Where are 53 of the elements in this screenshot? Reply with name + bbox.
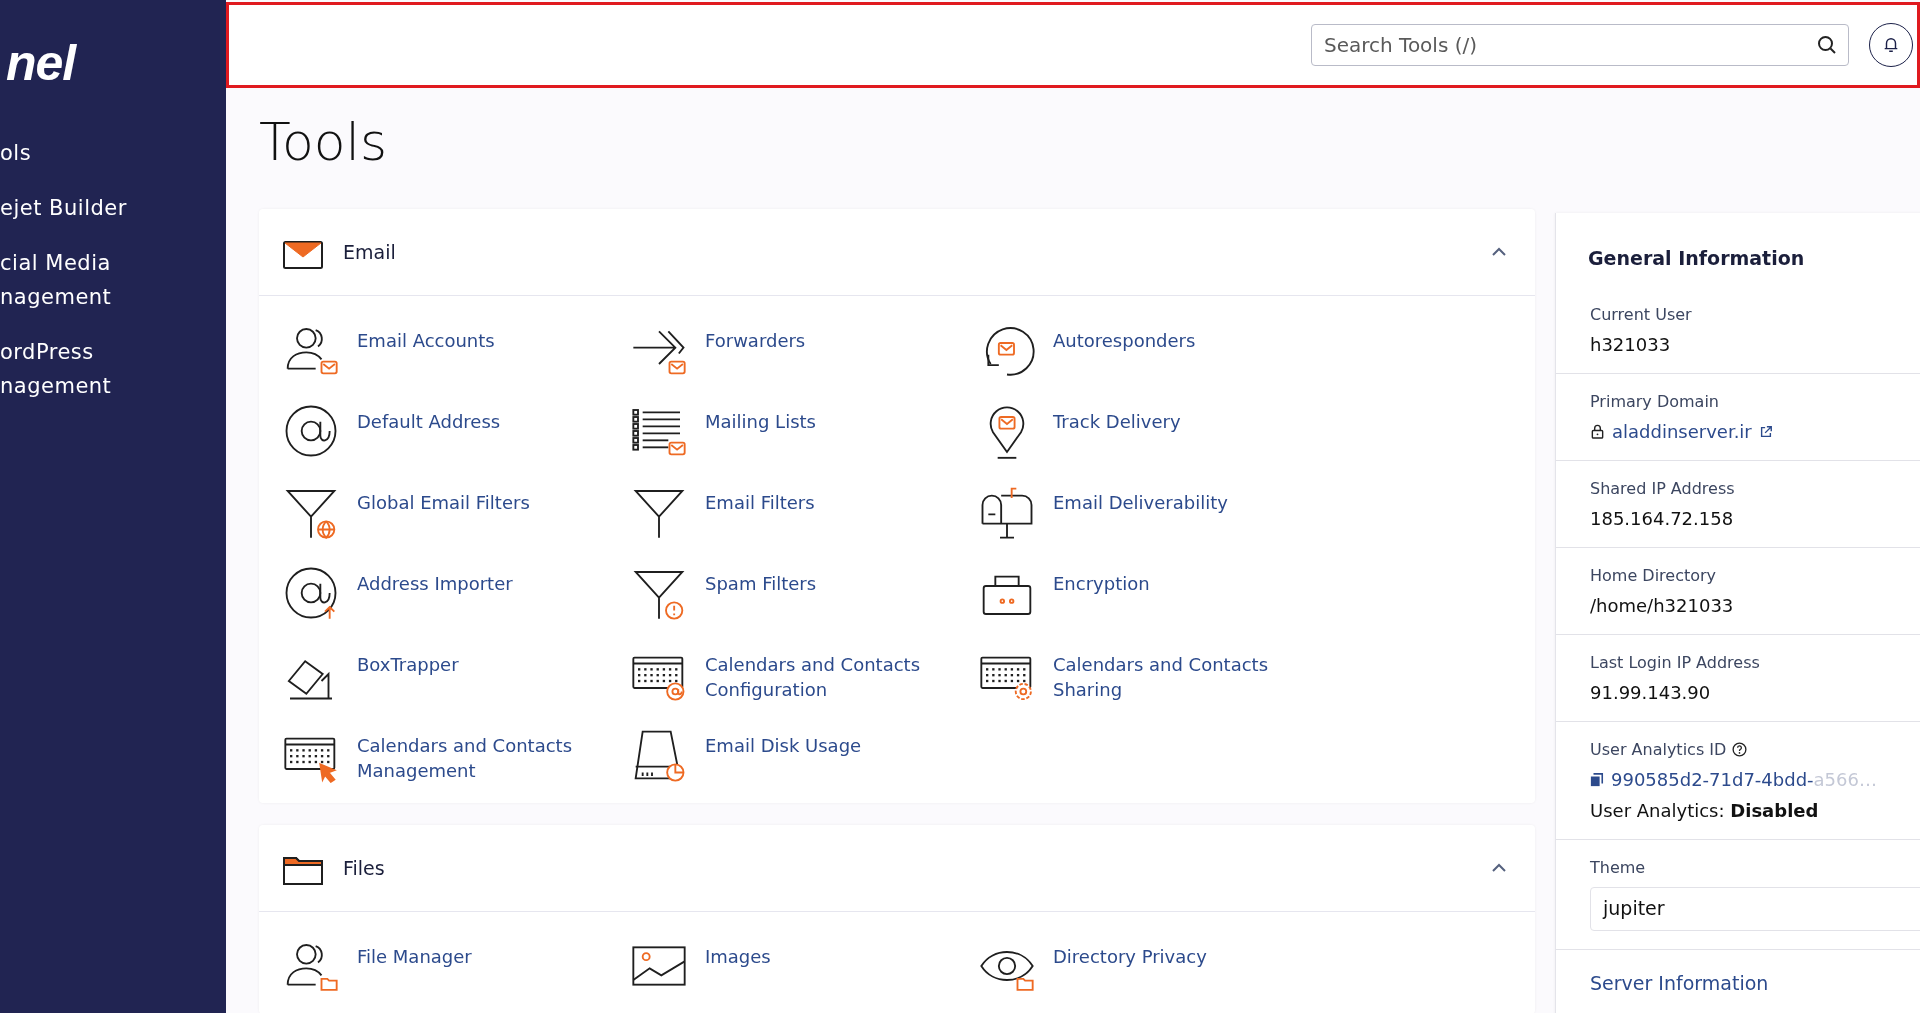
- analytics-status: User Analytics: Disabled: [1590, 800, 1819, 821]
- page-title: Tools: [259, 114, 388, 172]
- lock-icon: [1590, 424, 1605, 439]
- field-label: Shared IP Address: [1590, 479, 1735, 498]
- tool-link[interactable]: Calendars and Contacts Sharing: [1053, 645, 1303, 702]
- field-value: /home/h321033: [1590, 595, 1734, 616]
- field-label: User Analytics ID: [1590, 740, 1727, 759]
- tool-link[interactable]: Autoresponders: [1053, 321, 1303, 378]
- field-label: Home Directory: [1590, 566, 1717, 585]
- panel-title: General Information: [1587, 246, 1805, 271]
- tool-link[interactable]: Email Disk Usage: [705, 726, 955, 783]
- tool-link[interactable]: Calendars and Contacts Configuration: [705, 645, 955, 702]
- server-information-link[interactable]: Server Information: [1556, 950, 1769, 994]
- tool-link[interactable]: Default Address: [357, 402, 607, 459]
- tool-link[interactable]: Calendars and Contacts Management: [357, 726, 607, 783]
- sidebar-item[interactable]: ejet Builder: [0, 191, 127, 225]
- logo: nel: [6, 38, 76, 88]
- tool-link[interactable]: Directory Privacy: [1053, 937, 1303, 994]
- help-icon[interactable]: [1732, 742, 1748, 757]
- tool-link[interactable]: Images: [705, 937, 955, 994]
- search-field[interactable]: Search Tools (/): [1311, 24, 1849, 66]
- field-value: h321033: [1590, 334, 1671, 355]
- tool-link[interactable]: Forwarders: [705, 321, 955, 378]
- tool-link[interactable]: BoxTrapper: [357, 645, 607, 702]
- tool-link[interactable]: Global Email Filters: [357, 483, 607, 540]
- field-label: Current User: [1590, 305, 1692, 324]
- copy-icon[interactable]: [1590, 772, 1604, 787]
- field-value: 185.164.72.158: [1590, 508, 1734, 529]
- external-link-icon[interactable]: [1758, 424, 1773, 439]
- notifications-button[interactable]: [1869, 23, 1913, 67]
- tool-link[interactable]: Mailing Lists: [705, 402, 955, 459]
- section-title: Files: [343, 857, 385, 880]
- tool-link[interactable]: Track Delivery: [1053, 402, 1303, 459]
- search-icon[interactable]: [1817, 35, 1837, 55]
- tool-link[interactable]: Address Importer: [357, 564, 607, 621]
- sidebar-item[interactable]: ols: [0, 136, 32, 170]
- field-label: Primary Domain: [1590, 392, 1719, 411]
- sidebar-item[interactable]: ordPress nagement: [0, 335, 112, 403]
- sidebar-item[interactable]: cial Media nagement: [0, 246, 112, 314]
- field-label: Theme: [1590, 858, 1646, 877]
- tool-link[interactable]: Encryption: [1053, 564, 1303, 621]
- bell-icon: [1882, 36, 1900, 54]
- tool-link[interactable]: Email Deliverability: [1053, 483, 1303, 540]
- field-label: Last Login IP Address: [1590, 653, 1760, 672]
- analytics-id-link[interactable]: 990585d2-71d7-4bdd-a566…: [1611, 769, 1877, 790]
- section-title: Email: [343, 241, 396, 264]
- tool-link[interactable]: File Manager: [357, 937, 607, 994]
- tool-link[interactable]: Email Filters: [705, 483, 955, 540]
- theme-select[interactable]: jupiter: [1590, 887, 1920, 931]
- field-value: 91.99.143.90: [1590, 682, 1711, 703]
- tool-link[interactable]: Spam Filters: [705, 564, 955, 621]
- domain-link[interactable]: aladdinserver.ir: [1612, 421, 1752, 442]
- tool-link[interactable]: Email Accounts: [357, 321, 607, 378]
